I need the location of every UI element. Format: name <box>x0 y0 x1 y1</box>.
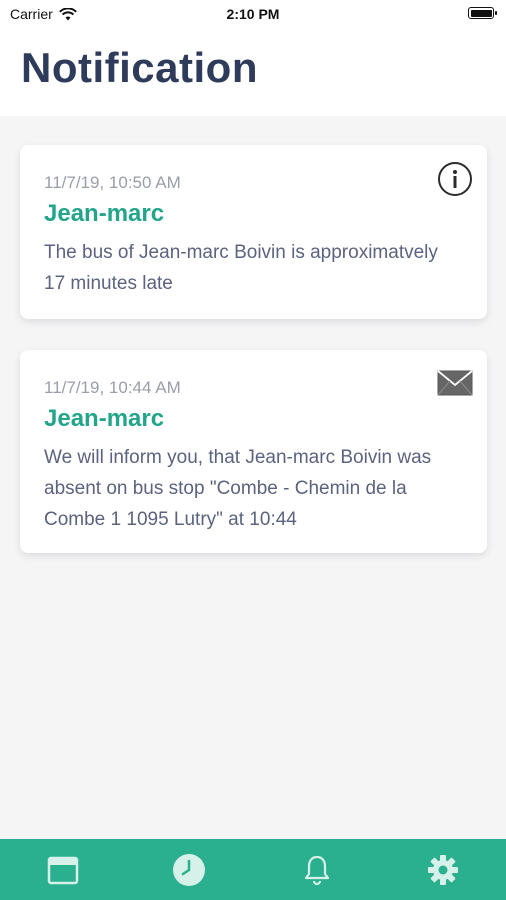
notification-sender: Jean-marc <box>44 200 165 227</box>
envelope-icon <box>437 370 473 396</box>
notification-sender: Jean-marc <box>44 405 165 432</box>
status-time: 2:10 PM <box>226 6 280 22</box>
tab-settings[interactable] <box>380 839 506 900</box>
notification-message: We will inform you, that Jean-marc Boivi… <box>44 447 432 530</box>
battery-icon <box>468 7 497 19</box>
notification-timestamp: 11/7/19, 10:50 AM <box>44 173 181 192</box>
bell-icon <box>304 855 330 885</box>
status-bar: Carrier 2:10 PM <box>0 0 506 30</box>
tab-bar <box>0 839 506 900</box>
info-icon <box>438 162 472 196</box>
gear-icon <box>428 854 458 885</box>
clock-icon <box>173 853 205 886</box>
notification-timestamp: 11/7/19, 10:44 AM <box>44 378 181 397</box>
notification-card[interactable]: 11/7/19, 10:50 AM Jean-marc The bus of J… <box>20 145 487 319</box>
tab-notifications[interactable] <box>254 839 380 900</box>
calendar-icon <box>47 856 79 884</box>
tab-calendar[interactable] <box>0 839 126 900</box>
header: Notification <box>0 30 506 116</box>
tab-history[interactable] <box>126 839 252 900</box>
notification-message: The bus of Jean-marc Boivin is approxima… <box>44 242 438 294</box>
notification-card[interactable]: 11/7/19, 10:44 AM Jean-marc We will info… <box>20 350 487 553</box>
page-title: Notification <box>21 44 258 91</box>
